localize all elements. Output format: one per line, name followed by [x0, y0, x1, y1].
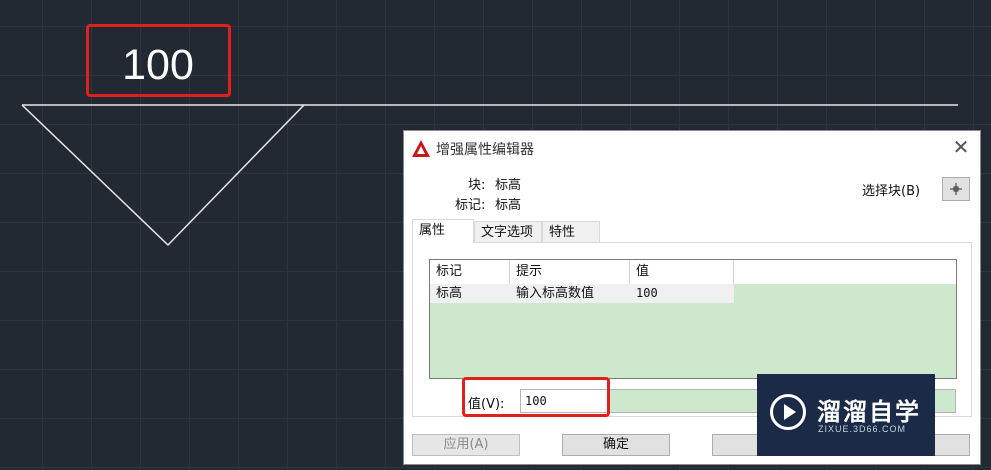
tab-text-options[interactable]: 文字选项: [474, 221, 542, 243]
watermark-logo: 溜溜自学 ZIXUE.3D66.COM: [757, 374, 935, 456]
close-button[interactable]: ✕: [950, 137, 972, 159]
table-row-value[interactable]: 100: [630, 284, 734, 303]
dialog-title-bar[interactable]: 增强属性编辑器 ✕: [404, 131, 980, 165]
select-block-label: 选择块(B): [862, 184, 921, 199]
table-row-prompt[interactable]: 输入标高数值: [510, 284, 630, 303]
tag-value: 标高: [495, 198, 522, 213]
ok-button[interactable]: 确定: [562, 434, 670, 456]
dialog-title: 增强属性编辑器: [436, 142, 534, 158]
watermark-url: ZIXUE.3D66.COM: [818, 424, 907, 434]
attribute-table[interactable]: 标记 提示 值 标高 输入标高数值 100: [429, 259, 957, 379]
select-block-button[interactable]: [942, 177, 970, 201]
tag-label: 标记:: [455, 198, 486, 213]
play-triangle-icon: [784, 404, 796, 420]
pick-point-icon: [950, 183, 962, 195]
block-value: 标高: [495, 178, 522, 193]
table-row-tag[interactable]: 标高: [430, 284, 510, 303]
column-header-value[interactable]: 值: [630, 260, 734, 284]
column-header-prompt[interactable]: 提示: [510, 260, 630, 284]
watermark-title: 溜溜自学: [817, 398, 921, 426]
autocad-logo-icon: [412, 140, 430, 157]
apply-button[interactable]: 应用(A): [412, 434, 520, 456]
elevation-triangle: [21, 104, 305, 247]
tab-attributes[interactable]: 属性: [412, 219, 474, 243]
column-header-tag[interactable]: 标记: [430, 260, 510, 284]
highlight-box-canvas-text: [86, 24, 231, 97]
highlight-box-value-field: [462, 377, 610, 417]
column-header-filler: [734, 260, 956, 284]
block-label: 块:: [468, 178, 486, 193]
tab-properties[interactable]: 特性: [542, 221, 600, 243]
